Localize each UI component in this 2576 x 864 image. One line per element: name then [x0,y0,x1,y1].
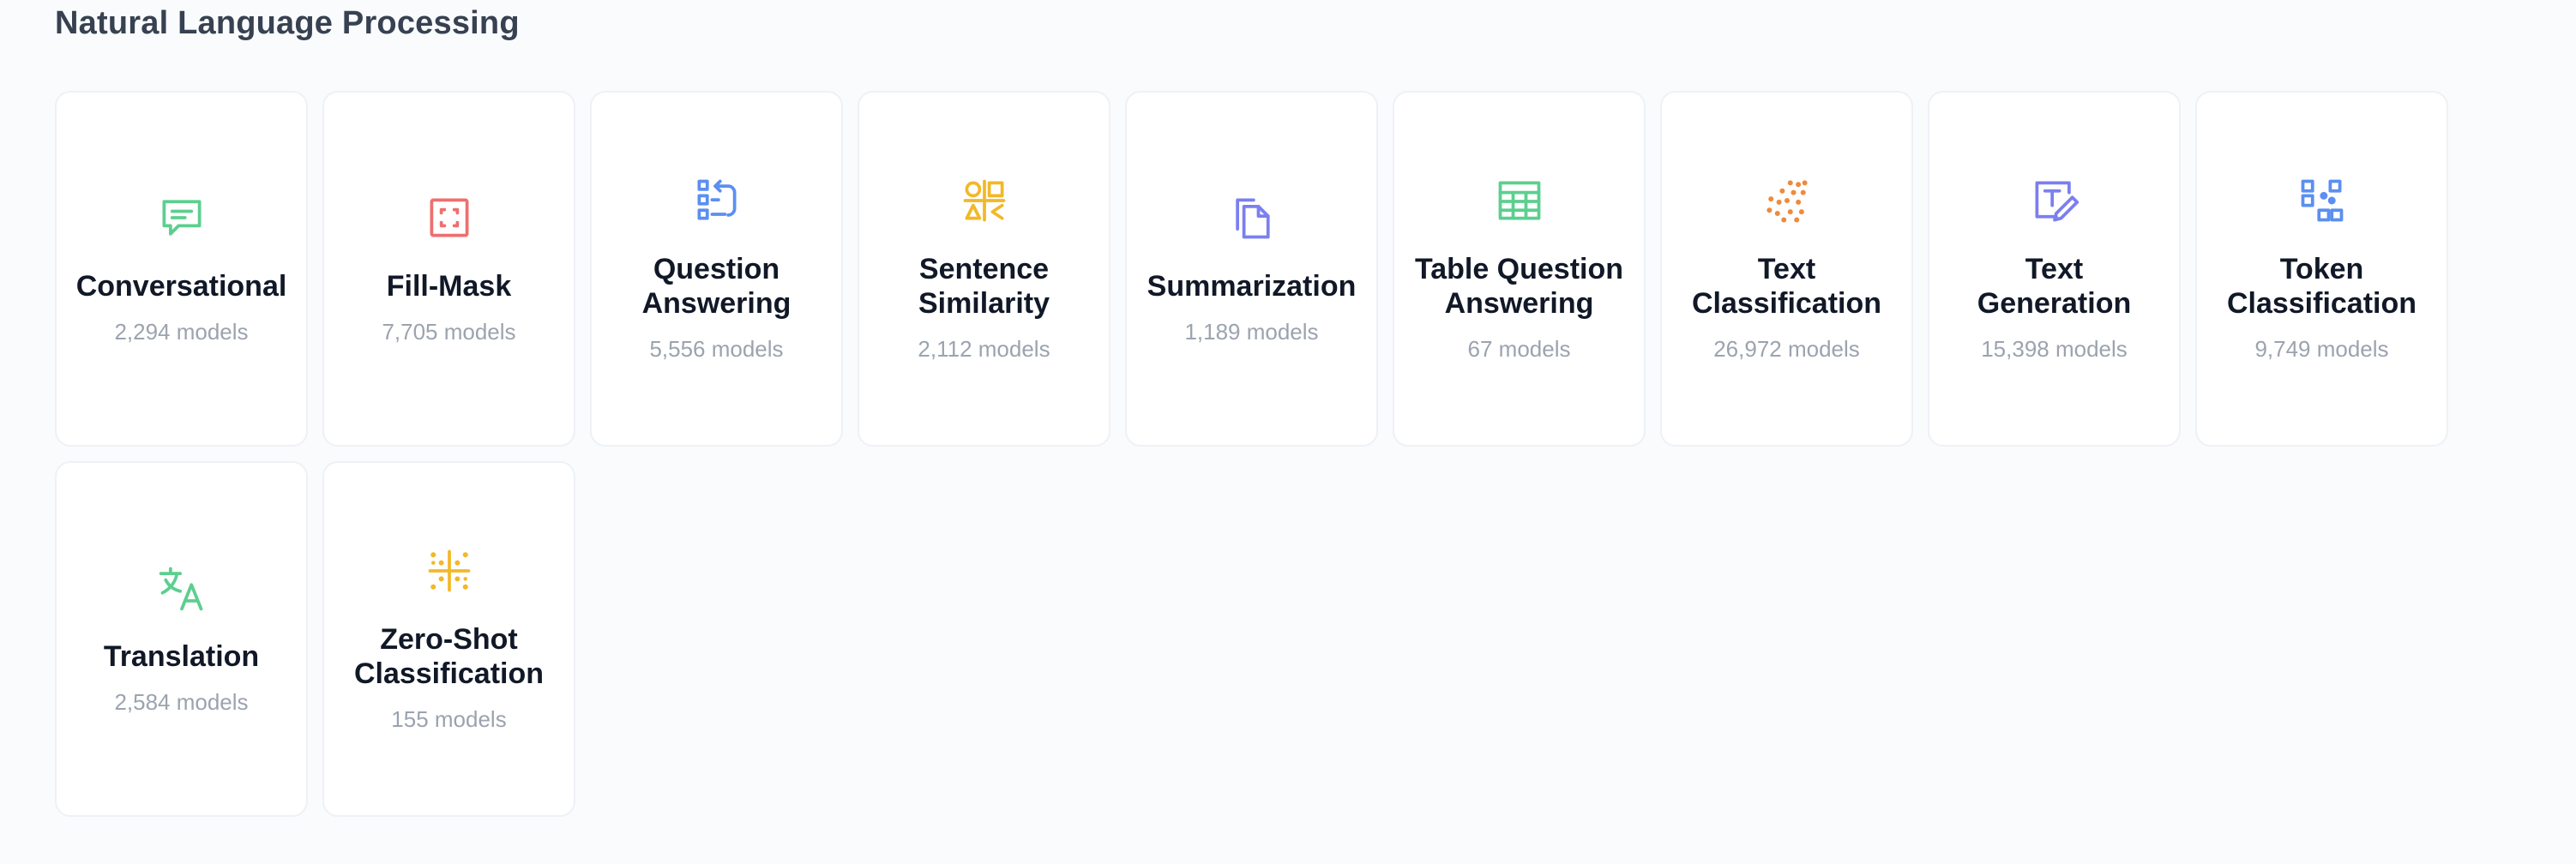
documents-icon [1226,192,1278,243]
chat-bubble-icon [156,192,208,243]
text-edit-icon [2029,175,2080,226]
model-count: 15,398 models [1981,336,2128,362]
token-blocks-icon [2296,175,2348,226]
model-count: 2,294 models [114,319,249,345]
task-label: Sentence Similarity [918,253,1050,320]
model-count: 2,112 models [918,336,1050,362]
task-card-question-answering[interactable]: Question Answering 5,556 models [590,91,843,447]
task-label: Translation [103,640,260,673]
task-card-fill-mask[interactable]: Fill-Mask 7,705 models [322,91,575,447]
dots-scatter-icon [1761,175,1813,226]
task-label: Conversational [75,270,287,303]
model-count: 9,749 models [2254,336,2389,362]
model-count: 26,972 models [1713,336,1860,362]
task-label: Text Generation [1977,253,2132,320]
task-card-text-classification[interactable]: Text Classification 26,972 models [1660,91,1913,447]
task-card-text-generation[interactable]: Text Generation 15,398 models [1928,91,2181,447]
task-card-token-classification[interactable]: Token Classification 9,749 models [2195,91,2448,447]
model-count: 7,705 models [382,319,516,345]
task-card-sentence-similarity[interactable]: Sentence Similarity 2,112 models [858,91,1110,447]
sparkle-grid-icon [424,545,475,597]
task-card-summarization[interactable]: Summarization 1,189 models [1125,91,1378,447]
model-count: 155 models [391,706,507,732]
task-label: Table Question Answering [1414,253,1624,320]
mask-frame-icon [424,192,475,243]
task-label: Text Classification [1691,253,1882,320]
task-card-table-question-answering[interactable]: Table Question Answering 67 models [1393,91,1646,447]
section-title: Natural Language Processing [55,5,520,41]
task-grid: Conversational 2,294 models Fill-Mask 7,… [55,91,2448,817]
model-count: 67 models [1467,336,1571,362]
task-card-conversational[interactable]: Conversational 2,294 models [55,91,308,447]
task-label: Question Answering [641,253,791,320]
task-card-translation[interactable]: Translation 2,584 models [55,461,308,817]
table-icon [1494,175,1545,226]
task-label: Summarization [1147,270,1357,303]
sentence-similarity-icon [959,175,1010,226]
nlp-section: Natural Language Processing Conversation… [0,0,2576,864]
model-count: 2,584 models [114,689,249,715]
task-label: Zero-Shot Classification [353,623,545,690]
task-card-zero-shot-classification[interactable]: Zero-Shot Classification 155 models [322,461,575,817]
model-count: 1,189 models [1184,319,1319,345]
task-label: Fill-Mask [386,270,512,303]
model-count: 5,556 models [649,336,784,362]
translate-icon [156,562,208,614]
question-answering-icon [691,175,743,226]
task-label: Token Classification [2226,253,2417,320]
